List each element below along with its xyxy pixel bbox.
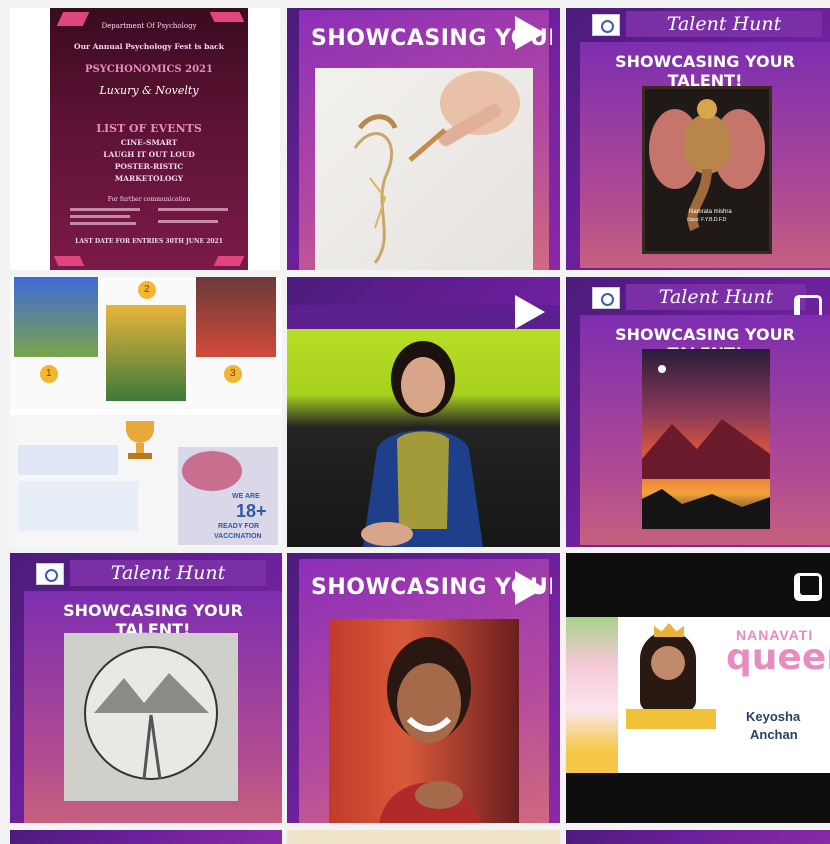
poster-events-heading: LIST OF EVENTS [96,122,202,135]
poster-tagline: Luxury & Novelty [99,84,199,97]
performer-video-image [287,329,560,547]
vaccination-poster: WE ARE 18+ READY FOR VACCINATION [178,447,278,545]
poster-event-3: POSTER-RISTIC [114,162,184,171]
artwork-caption-class: class: F.Y.B.D.F.D [687,217,727,223]
talent-hunt-header: Talent Hunt [626,11,822,37]
post-tile-partial[interactable] [566,830,830,844]
queen-announcement-image: NANAVATI queen Keyosha Anchan [566,617,830,773]
poster-event-2: LAUGH IT OUT LOUD [103,150,195,159]
queen-winner-last-name: Anchan [750,727,798,742]
post-tile-partial[interactable] [287,830,560,844]
poster-department: Department Of Psychology [101,22,197,30]
contestant-photo [640,631,696,711]
post-tile-video-drawing[interactable]: SHOWCASING YOUR TALENT [287,8,560,270]
laughing-video-image [329,619,519,823]
talent-hunt-header: Talent Hunt [70,560,266,586]
poster-image: Department Of Psychology Our Annual Psyc… [50,8,248,270]
talent-subtitle: SHOWCASING YOUR TALENT! [615,52,795,90]
queen-winner-first-name: Keyosha [746,709,801,724]
post-tile-poster-collage[interactable]: 2 1 3 WE ARE 18+ READY FOR VACCINATION [10,277,282,547]
post-tile-partial[interactable] [10,830,282,844]
collage-bottom-image: WE ARE 18+ READY FOR VACCINATION [10,415,282,547]
ganesha-artwork-image: Namrata mishra class: F.Y.B.D.F.D [642,86,772,254]
mountain-painting-image [642,349,770,529]
post-tile-talent-hunt-ganesha[interactable]: Talent Hunt SHOWCASING YOUR TALENT! Namr… [566,8,830,270]
post-tile-talent-hunt-sketch[interactable]: Talent Hunt SHOWCASING YOUR TALENT! [10,553,282,823]
artwork-caption-name: Namrata mishra [689,209,732,215]
ribbon-banner [626,709,716,729]
play-icon [515,571,545,605]
medal-number: 3 [230,368,236,379]
multiple-images-icon [794,573,822,601]
college-logo [592,14,620,36]
trophy-icon [122,421,158,461]
post-grid: Department Of Psychology Our Annual Psyc… [0,0,830,844]
poster-announcement: Our Annual Psychology Fest is back [74,42,224,51]
vaccine-text-age: 18+ [236,501,267,521]
post-tile-video-laughing[interactable]: SHOWCASING YOUR TALENT [287,553,560,823]
college-logo [592,287,620,309]
medal-number: 1 [46,368,52,379]
vaccine-text: READY FOR [218,523,260,530]
vaccine-text: VACCINATION [214,533,262,540]
poster-event-4: MARKETOLOGY [114,174,184,183]
poster-contact-heading: For further communication [107,196,191,203]
medal-number: 2 [144,284,150,295]
poster-event-1: CINE-SMART [120,138,178,147]
poster-fest-name: PSYCHONOMICS 2021 [85,64,213,75]
queen-title: queen [726,637,830,678]
college-logo [36,563,64,585]
post-tile-nanavati-queen[interactable]: NANAVATI queen Keyosha Anchan [566,553,830,823]
sketch-artwork-image [64,633,238,801]
vaccine-text: WE ARE [232,493,260,500]
play-icon [515,16,545,50]
post-tile-video-performance[interactable] [287,277,560,547]
post-tile-talent-hunt-landscape[interactable]: Talent Hunt SHOWCASING YOUR TALENT! [566,277,830,547]
post-tile-psychonomics-poster[interactable]: Department Of Psychology Our Annual Psyc… [10,8,280,270]
crown-icon [654,623,684,637]
play-icon [515,295,545,329]
drawing-image [315,68,533,270]
talent-hunt-header: Talent Hunt [626,284,806,310]
poster-deadline: LAST DATE FOR ENTRIES 30TH JUNE 2021 [75,238,223,245]
collage-top-image: 2 1 3 [10,277,282,409]
